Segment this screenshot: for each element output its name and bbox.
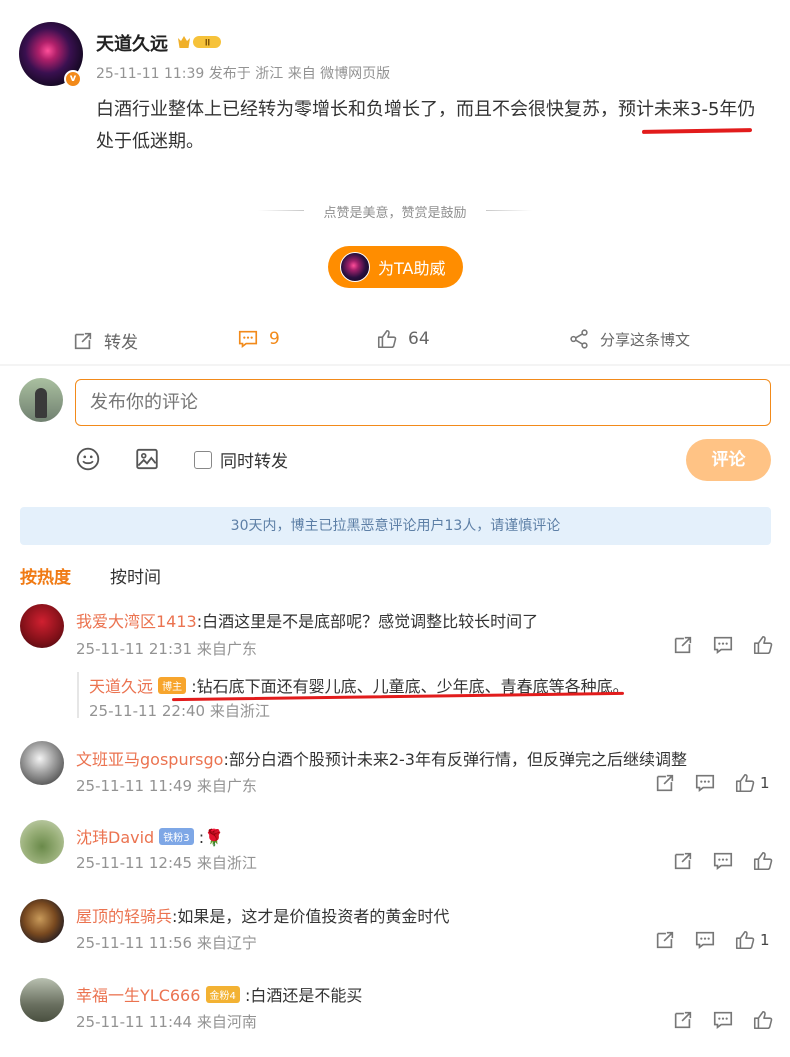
commenter-avatar[interactable] [20,978,64,1022]
comment-time: 25-11-11 21:31 来自广东 [76,640,257,658]
comment-text: :部分白酒个股预计未来2-3年有反弹行情，但反弹完之后继续调整 [223,750,687,769]
comment-actions [654,850,774,872]
comment-count: 9 [269,329,280,349]
comment-input[interactable] [75,379,771,426]
comment-actions [654,634,774,656]
comment-text: :白酒这里是不是底部呢？感觉调整比较长时间了 [196,612,539,631]
fan-badge: 铁粉3 [159,828,194,845]
repost-label: 转发 [104,333,138,353]
like-icon[interactable] [734,772,756,794]
comment-line: 沈玮David 铁粉3 :🌹 [76,824,224,848]
cheer-avatar [340,252,370,282]
repost-icon[interactable] [654,929,676,951]
comment-line: 屋顶的轻骑兵:如果是，这才是价值投资者的黄金时代 [76,903,449,927]
comment-icon [237,328,259,350]
comment-line: 文班亚马gospursgo:部分白酒个股预计未来2-3年有反弹行情，但反弹完之后… [76,746,687,770]
reply-icon[interactable] [694,772,716,794]
reply-icon[interactable] [712,634,734,656]
repost-icon[interactable] [672,634,694,656]
author-name[interactable]: 天道久远 [96,30,168,56]
comment-line: 幸福一生YLC666 金粉4 :白酒还是不能买 [76,982,362,1006]
reply-indent-bar [77,672,79,718]
commenter-name[interactable]: 我爱大湾区1413 [76,612,197,631]
reply-icon[interactable] [712,1009,734,1031]
emoji-icon[interactable] [75,446,101,472]
commenter-name[interactable]: 文班亚马gospursgo [76,750,223,769]
comment-line: 我爱大湾区1413:白酒这里是不是底部呢？感觉调整比较长时间了 [76,608,538,632]
commenter-avatar[interactable] [20,604,64,648]
cheer-label: 为TA助威 [378,259,446,278]
like-count: 1 [760,774,770,792]
submit-comment-button[interactable]: 评论 [686,439,771,481]
commenter-name[interactable]: 幸福一生YLC666 [76,986,200,1005]
reward-divider-text: 点赞是美意，赞赏是鼓励 [323,206,467,221]
commenter-avatar[interactable] [20,741,64,785]
like-icon [376,328,398,350]
comment-time: 25-11-11 12:45 来自浙江 [76,854,257,872]
reply-icon[interactable] [694,929,716,951]
like-icon[interactable] [752,1009,774,1031]
comment-time: 25-11-11 11:44 来自河南 [76,1013,257,1031]
share-button[interactable]: 分享这条博文 [568,328,690,350]
comment-actions: 1 [636,772,770,794]
notice-banner: 30天内，博主已拉黑恶意评论用户13人，请谨慎评论 [20,507,771,545]
comment-text: :白酒还是不能买 [244,986,363,1005]
crown-badge-icon: II [178,36,221,48]
like-icon[interactable] [752,850,774,872]
share-icon [568,328,590,350]
repost-button[interactable]: 转发 [72,328,138,353]
cheer-button[interactable]: 为TA助威 [328,246,463,288]
repost-icon [72,330,94,352]
like-button[interactable]: 64 [376,328,430,350]
like-icon[interactable] [752,634,774,656]
repost-checkbox[interactable]: 同时转发 [194,447,288,472]
commenter-name[interactable]: 沈玮David [76,828,154,847]
share-label: 分享这条博文 [600,330,691,349]
divider-line-right [486,210,532,211]
commenter-name[interactable]: 屋顶的轻骑兵 [76,907,172,926]
crown-badge-level: II [205,38,210,48]
like-count: 64 [408,329,430,349]
comment-actions [654,1009,774,1031]
fan-badge: 金粉4 [205,986,240,1003]
owner-badge: 博主 [158,677,187,694]
like-count: 1 [760,931,770,949]
like-icon[interactable] [734,929,756,951]
my-avatar[interactable] [19,378,63,422]
image-icon[interactable] [134,446,160,472]
sort-by-time[interactable]: 按时间 [110,563,161,588]
post-text: 白酒行业整体上已经转为零增长和负增长了，而且不会很快复苏，预计未来3-5年仍处于… [96,99,756,152]
comment-text: :如果是，这才是价值投资者的黄金时代 [172,907,450,926]
repost-icon[interactable] [654,772,676,794]
sort-by-hot[interactable]: 按热度 [20,563,71,588]
checkbox-box[interactable] [194,450,212,469]
post-meta: 25-11-11 11:39 发布于 浙江 来自 微博网页版 [96,66,391,82]
verified-badge-icon: v [64,70,82,88]
comment-text: :🌹 [198,828,225,847]
comment-button[interactable]: 9 [237,328,280,350]
divider [0,364,790,366]
comment-actions: 1 [636,929,770,951]
comment-time: 25-11-11 11:56 来自辽宁 [76,934,257,952]
reply-icon[interactable] [712,850,734,872]
repost-icon[interactable] [672,850,694,872]
commenter-avatar[interactable] [20,820,64,864]
reply-author-name[interactable]: 天道久远 [89,677,153,696]
repost-checkbox-label: 同时转发 [220,452,288,472]
comment-time: 25-11-11 11:49 来自广东 [76,777,257,795]
repost-icon[interactable] [672,1009,694,1031]
reply-time: 25-11-11 22:40 来自浙江 [89,702,270,720]
commenter-avatar[interactable] [20,899,64,943]
